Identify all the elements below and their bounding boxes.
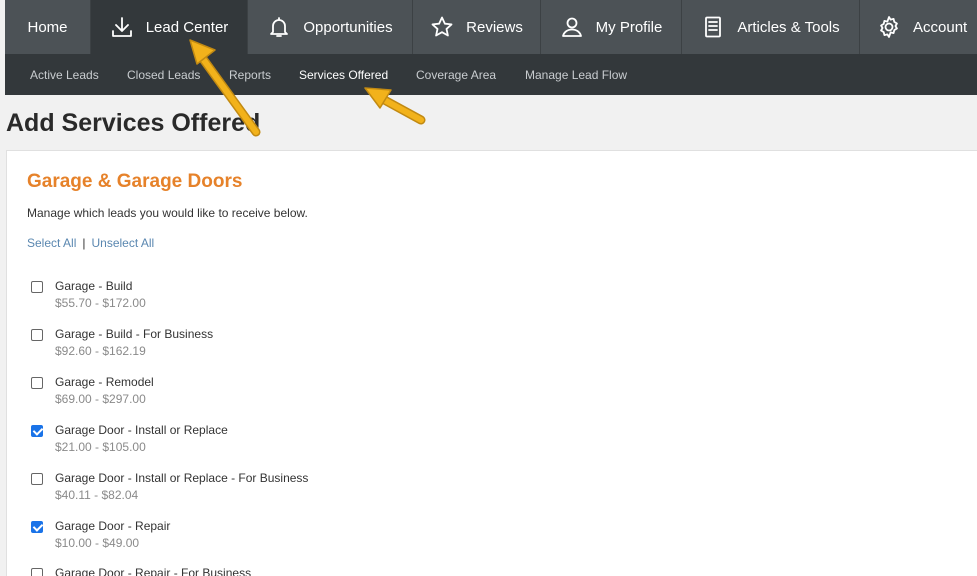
service-checkbox[interactable]: [31, 329, 43, 341]
subnav-coverage-area[interactable]: Coverage Area: [416, 68, 496, 82]
service-price: $55.70 - $172.00: [55, 296, 146, 310]
nav-opportunities-label: Opportunities: [303, 18, 393, 36]
service-name: Garage - Build: [55, 279, 133, 293]
service-name: Garage Door - Install or Replace - For B…: [55, 471, 309, 485]
unselect-all-link[interactable]: Unselect All: [91, 236, 154, 250]
link-separator: |: [82, 236, 86, 250]
nav-reviews-label: Reviews: [466, 18, 523, 36]
service-checkbox[interactable]: [31, 473, 43, 485]
star-icon: [431, 16, 453, 37]
select-all-link[interactable]: Select All: [27, 236, 76, 250]
document-icon: [705, 16, 722, 38]
service-name: Garage - Remodel: [55, 375, 154, 389]
service-price: $92.60 - $162.19: [55, 344, 146, 358]
nav-my-profile[interactable]: My Profile: [541, 0, 682, 54]
subnav-manage-lead-flow[interactable]: Manage Lead Flow: [525, 68, 627, 82]
service-name: Garage Door - Install or Replace: [55, 423, 228, 437]
service-name: Garage - Build - For Business: [55, 327, 214, 341]
nav-lead-center[interactable]: Lead Center: [91, 0, 248, 54]
subnav-services-offered[interactable]: Services Offered: [299, 68, 388, 82]
subnav-reports[interactable]: Reports: [229, 68, 271, 82]
nav-account[interactable]: Account: [860, 0, 977, 54]
service-checkbox[interactable]: [31, 281, 43, 293]
sub-nav: Active Leads Closed Leads Reports Servic…: [5, 54, 977, 95]
nav-home-label: Home: [27, 18, 68, 36]
nav-articles-tools-label: Articles & Tools: [737, 18, 840, 36]
download-icon: [111, 17, 132, 37]
service-checkbox[interactable]: [31, 377, 43, 389]
service-name: Garage Door - Repair: [55, 519, 171, 533]
nav-account-label: Account: [913, 18, 968, 36]
bell-icon: [270, 17, 289, 37]
nav-opportunities[interactable]: Opportunities: [248, 0, 413, 54]
nav-lead-center-label: Lead Center: [145, 18, 229, 36]
service-price: $21.00 - $105.00: [55, 440, 146, 454]
subnav-closed-leads[interactable]: Closed Leads: [127, 68, 200, 82]
top-nav: Home Lead Center Opportunities Reviews M…: [5, 0, 977, 54]
nav-home[interactable]: Home: [5, 0, 91, 54]
section-description: Manage which leads you would like to rec…: [27, 206, 308, 220]
user-icon: [561, 17, 582, 37]
service-checkbox[interactable]: [31, 568, 43, 576]
section-title: Garage & Garage Doors: [27, 171, 243, 192]
service-price: $10.00 - $49.00: [55, 536, 140, 550]
page-title: Add Services Offered: [6, 109, 261, 137]
nav-reviews[interactable]: Reviews: [413, 0, 541, 54]
service-name: Garage Door - Repair - For Business: [55, 566, 252, 576]
service-price: $40.11 - $82.04: [55, 488, 139, 502]
service-price: $69.00 - $297.00: [55, 392, 146, 406]
gear-icon: [880, 16, 898, 38]
service-checkbox[interactable]: [31, 425, 43, 437]
selection-links: Select All | Unselect All: [27, 236, 154, 250]
nav-my-profile-label: My Profile: [595, 18, 663, 36]
service-checkbox[interactable]: [31, 521, 43, 533]
subnav-active-leads[interactable]: Active Leads: [30, 68, 99, 82]
nav-articles-tools[interactable]: Articles & Tools: [682, 0, 860, 54]
services-card: Garage & Garage Doors Manage which leads…: [6, 150, 977, 576]
